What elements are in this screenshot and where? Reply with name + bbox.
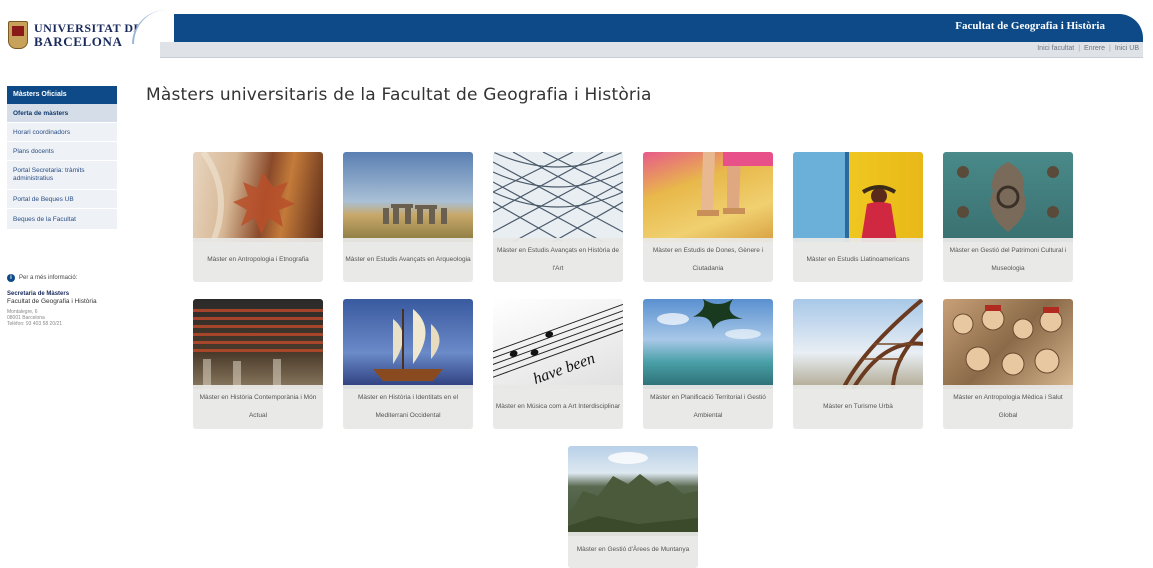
sidebar-item-portal-secretaria[interactable]: Portal Secretaria: tràmits administratiu…	[7, 161, 117, 190]
separator: |	[1109, 45, 1111, 52]
more-info: i Per a més informació:	[7, 274, 77, 282]
sheet-music-image: have been	[493, 299, 623, 389]
sidebar-item-plans[interactable]: Plans docents	[7, 142, 117, 161]
master-label: Màster en Antropologia Mèdica i Salut Gl…	[943, 385, 1073, 429]
logo-line2: BARCELONA	[34, 34, 123, 49]
faculty-title[interactable]: Facultat de Geografia i Història	[955, 20, 1105, 32]
master-card[interactable]: Màster en Estudis Avançats en Història d…	[493, 152, 623, 282]
svg-text:have been: have been	[531, 350, 597, 388]
master-card[interactable]: Màster en Turisme Urbà	[793, 299, 923, 429]
page-title: Màsters universitaris de la Facultat de …	[146, 85, 652, 105]
master-label: Màster en Gestió d'Àrees de Muntanya	[568, 532, 698, 568]
glass-dome-image	[493, 152, 623, 243]
master-label: Màster en Estudis Avançats en Història d…	[493, 238, 623, 282]
separator: |	[1078, 45, 1081, 52]
master-label: Màster en Planificació Territorial i Ges…	[643, 385, 773, 429]
header-curve-decoration	[132, 10, 174, 44]
sidebar-heading[interactable]: Màsters Oficials	[7, 86, 117, 104]
sidebar-item-horari[interactable]: Horari coordinadors	[7, 123, 117, 142]
sidebar-item-oferta[interactable]: Oferta de màsters	[7, 104, 117, 123]
master-label: Màster en Antropologia i Etnografia	[193, 238, 323, 282]
master-card[interactable]: Màster en Història i Identitats en el Me…	[343, 299, 473, 429]
contact-faculty: Facultat de Geografia i Història	[7, 298, 97, 305]
mountain-image	[568, 446, 698, 536]
contact-title: Secretaria de Màsters	[7, 291, 70, 297]
beach-image	[643, 299, 773, 389]
site-header: UNIVERSITAT DE BARCELONA Facultat de Geo…	[0, 0, 1153, 60]
master-card[interactable]: Màster en Antropologia Mèdica i Salut Gl…	[943, 299, 1073, 429]
master-card[interactable]: Màster en Gestió del Patrimoni Cultural …	[943, 152, 1073, 282]
master-card[interactable]: Màster en Estudis Llatinoamericans	[793, 152, 923, 282]
top-links: Inici facultat | Enrere | Inici UB	[1037, 45, 1139, 52]
master-label: Màster en Estudis Llatinoamericans	[793, 238, 923, 282]
crowd-painting-image	[943, 299, 1073, 389]
contact-phone: Telèfon: 93 403 58 20/21	[7, 321, 63, 327]
master-card[interactable]: Màster en Planificació Territorial i Ges…	[643, 299, 773, 429]
autumn-leaves-image	[193, 152, 323, 244]
master-card[interactable]: Màster en Estudis de Dones, Gènere i Ciu…	[643, 152, 773, 282]
master-card[interactable]: Màster en Gestió d'Àrees de Muntanya	[568, 446, 698, 568]
door-knocker-image	[943, 152, 1073, 242]
master-label: Màster en Turisme Urbà	[793, 385, 923, 429]
latin-woman-image	[793, 152, 923, 242]
master-label: Màster en Gestió del Patrimoni Cultural …	[943, 238, 1073, 282]
master-card[interactable]: Màster en Història Contemporània i Món A…	[193, 299, 323, 429]
university-logo[interactable]: UNIVERSITAT DE BARCELONA	[8, 18, 148, 52]
link-enrere[interactable]: Enrere	[1084, 45, 1105, 52]
master-card[interactable]: Màster en Estudis Avançats en Arqueologi…	[343, 152, 473, 282]
master-label: Màster en Música com a Art Interdiscipli…	[493, 385, 623, 429]
master-label: Màster en Història i Identitats en el Me…	[343, 385, 473, 429]
info-icon: i	[7, 274, 15, 282]
master-card[interactable]: Màster en Antropologia i Etnografia	[193, 152, 323, 282]
sailing-ship-image	[343, 299, 473, 389]
eiffel-tower-image	[793, 299, 923, 391]
more-info-text: Per a més informació:	[19, 275, 78, 281]
link-inici-facultat[interactable]: Inici facultat	[1037, 45, 1074, 52]
sidebar-item-beques-facultat[interactable]: Beques de la Facultat	[7, 209, 117, 230]
master-label: Màster en Estudis Avançats en Arqueologi…	[343, 238, 473, 282]
sidebar-nav: Màsters Oficials Oferta de màsters Horar…	[7, 86, 117, 230]
master-card[interactable]: have been Màster en Música com a Art Int…	[493, 299, 623, 429]
master-label: Màster en Història Contemporània i Món A…	[193, 385, 323, 429]
header-grey-bar	[160, 42, 1143, 58]
master-label: Màster en Estudis de Dones, Gènere i Ciu…	[643, 238, 773, 282]
departure-board-image	[193, 299, 323, 389]
stonehenge-image	[343, 152, 473, 242]
crest-icon	[8, 21, 28, 49]
sidebar-item-portal-beques[interactable]: Portal de Beques UB	[7, 190, 117, 209]
link-inici-ub[interactable]: Inici UB	[1115, 45, 1139, 52]
contact-block: Secretaria de Màsters Facultat de Geogra…	[7, 291, 117, 327]
sandals-image	[643, 152, 773, 242]
